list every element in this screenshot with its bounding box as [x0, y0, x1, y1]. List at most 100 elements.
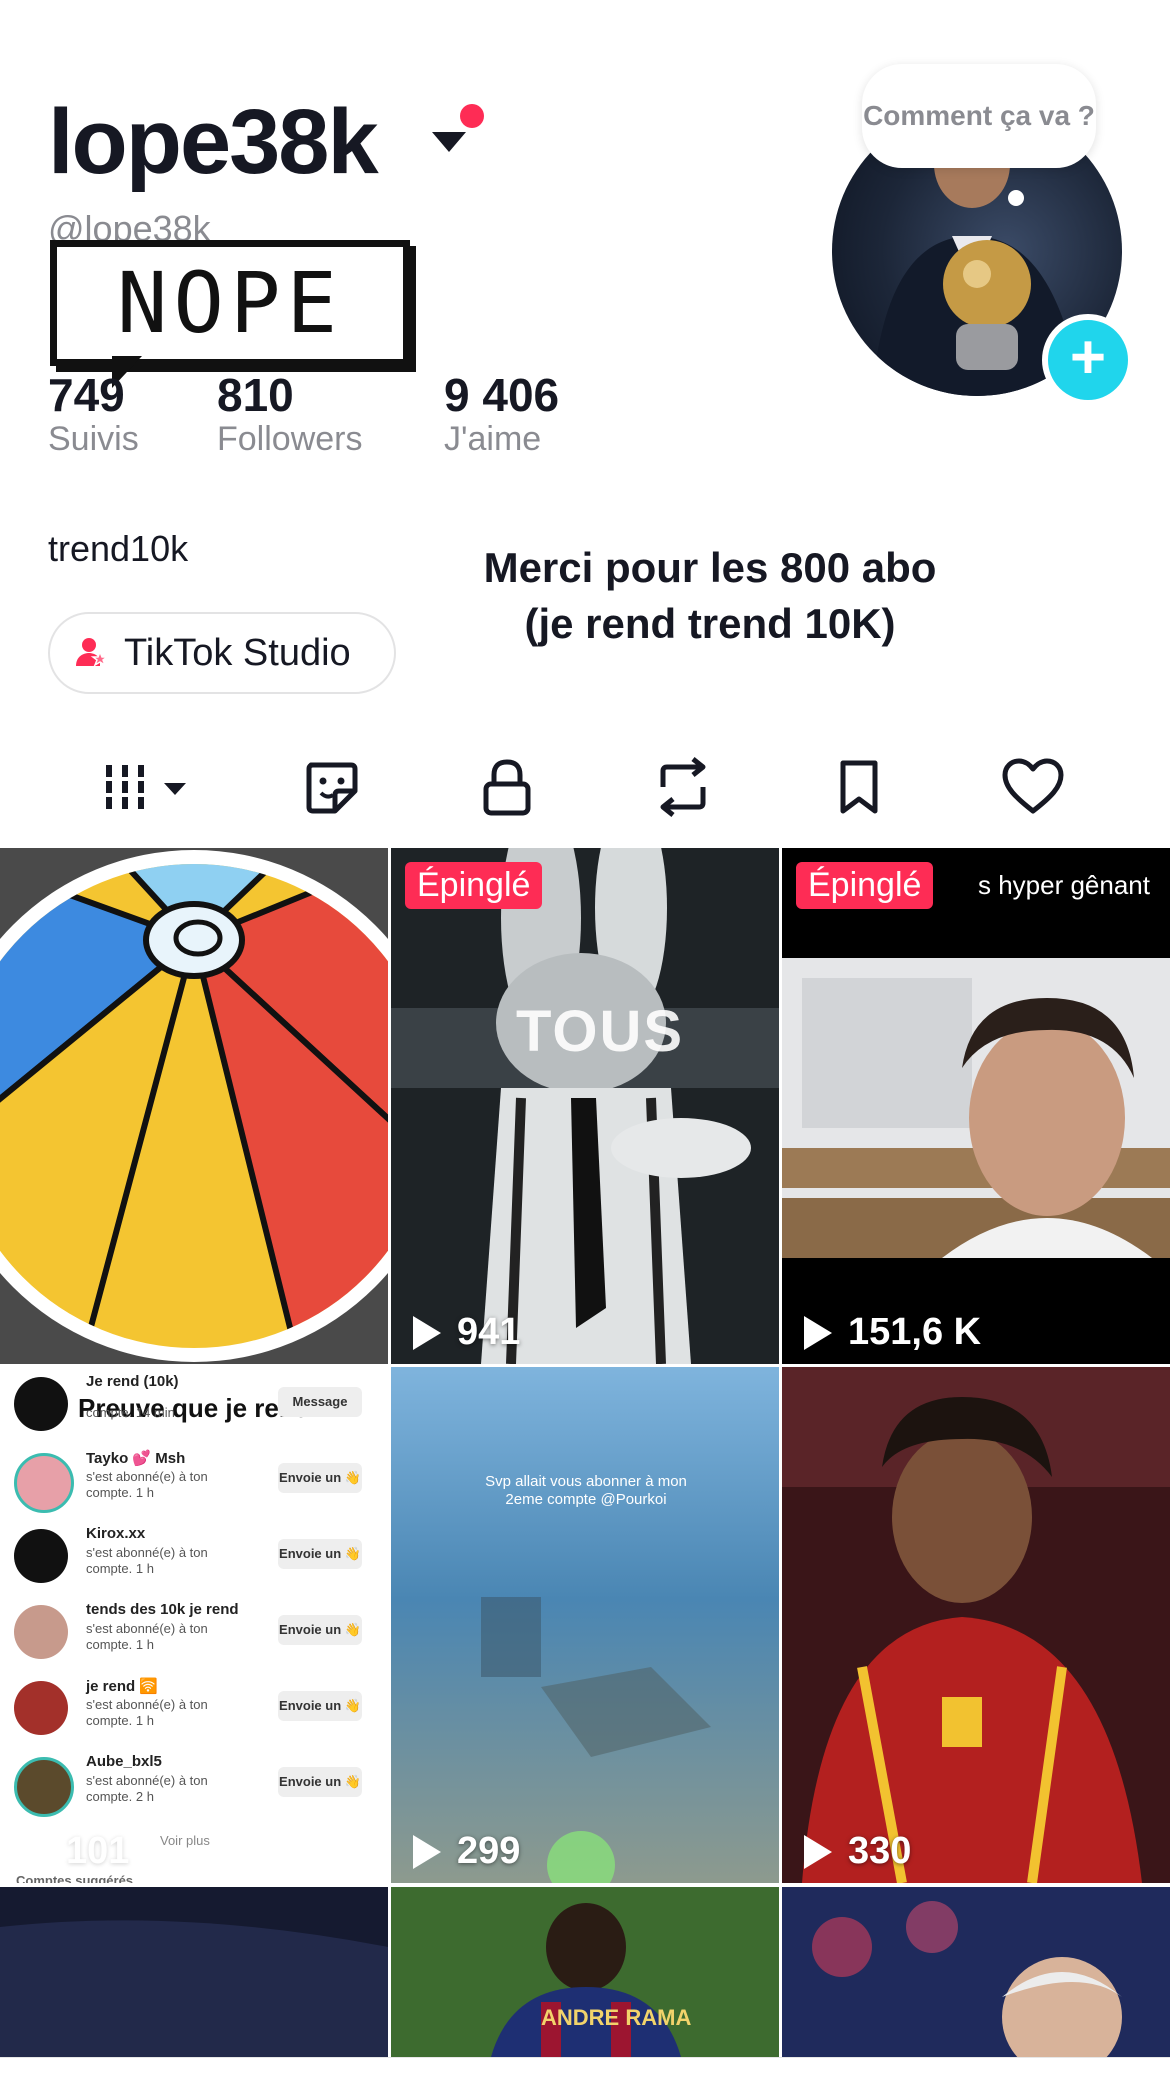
- video-overlay-text: s hyper gênant: [977, 870, 1150, 900]
- caption-line-1: Merci pour les 800 abo: [483, 544, 937, 591]
- bubble-dot: [1008, 190, 1024, 206]
- tab-reposts[interactable]: [648, 752, 718, 822]
- lock-icon: [483, 759, 531, 816]
- video-tile[interactable]: [782, 1887, 1170, 2077]
- beach-ball-thumbnail: [0, 848, 388, 1364]
- display-name[interactable]: lope38k: [48, 96, 379, 188]
- notif-name: Je rend (10k): [86, 1373, 179, 1390]
- bio: trend10k: [48, 528, 189, 569]
- notif-button: Message: [278, 1387, 362, 1417]
- view-count: 941: [413, 1311, 520, 1354]
- video-tile[interactable]: ANDRE RAMA: [391, 1887, 779, 2057]
- video-tile[interactable]: s hyper gênant Épinglé 151,6 K: [782, 848, 1170, 1364]
- crowd-thumbnail: [782, 1887, 1170, 2077]
- pinned-badge: Épinglé: [405, 862, 543, 909]
- video-tile[interactable]: 330: [782, 1367, 1170, 1883]
- barca-player-thumbnail: [391, 1887, 779, 2057]
- following-label[interactable]: Suivis: [48, 420, 139, 459]
- nope-sticker: NOPE: [50, 240, 410, 366]
- video-tile[interactable]: Preuve que je rend Je rend (10k) compte.…: [0, 1367, 388, 1883]
- notif-name: Tayko 💕 Msh: [86, 1450, 186, 1467]
- notif-text: s'est abonné(e) à ton compte. 1 h: [86, 1469, 208, 1500]
- jersey-text: ANDRE RAMA: [541, 2005, 692, 2030]
- notif-name: Aube_bxl5: [86, 1753, 162, 1770]
- caption-line-2: (je rend trend 10K): [524, 600, 896, 647]
- avatar: [14, 1377, 68, 1431]
- suggested-accounts: Comptes suggérés: [16, 1873, 134, 1883]
- notif-text: s'est abonné(e) à ton compte. 1 h: [86, 1697, 208, 1728]
- tab-stickers[interactable]: [296, 752, 366, 822]
- notif-button: Envoie un 👋: [278, 1463, 362, 1493]
- play-icon: [413, 1315, 441, 1350]
- view-count-text: 151,6 K: [848, 1311, 982, 1353]
- notif-text: compte. 14 min: [86, 1405, 175, 1420]
- notif-button: Envoie un 👋: [278, 1691, 362, 1721]
- avatar: [14, 1757, 74, 1817]
- avatar-bubble[interactable]: Comment ça va ?: [862, 64, 1096, 168]
- stadium-thumbnail: [0, 1887, 388, 2057]
- notification-dot: [460, 104, 484, 128]
- football-player-thumbnail: [782, 1367, 1170, 1883]
- view-count: 151,6 K: [804, 1311, 981, 1354]
- bookmark-icon: [840, 760, 878, 814]
- chevron-down-icon[interactable]: [432, 132, 466, 152]
- notif-button: Envoie un 👋: [278, 1615, 362, 1645]
- tiktok-studio-button[interactable]: TikTok Studio: [48, 612, 396, 694]
- notif-button: Envoie un 👋: [278, 1539, 362, 1569]
- tab-liked[interactable]: [998, 752, 1068, 822]
- play-icon: [22, 1834, 50, 1869]
- view-count-text: 101: [66, 1830, 130, 1872]
- notification-row: Aube_bxl5 s'est abonné(e) à ton compte. …: [14, 1753, 376, 1817]
- video-tile[interactable]: [0, 1887, 388, 2057]
- followers-count[interactable]: 810: [217, 368, 294, 422]
- notification-row: Kirox.xx s'est abonné(e) à ton compte. 1…: [14, 1525, 376, 1587]
- tab-videos[interactable]: [100, 752, 200, 822]
- video-tile[interactable]: Svp allait vous abonner à mon 2eme compt…: [391, 1367, 779, 1883]
- view-count: 299: [413, 1830, 520, 1873]
- notif-name: tends des 10k je rend: [86, 1601, 239, 1618]
- likes-label[interactable]: J'aime: [444, 420, 541, 459]
- followers-label[interactable]: Followers: [217, 420, 362, 459]
- following-count[interactable]: 749: [48, 368, 125, 422]
- avatar: [14, 1681, 68, 1735]
- see-more: Voir plus: [160, 1833, 210, 1848]
- notif-name: Kirox.xx: [86, 1525, 146, 1542]
- play-icon: [804, 1315, 832, 1350]
- notif-name: je rend 🛜: [86, 1678, 159, 1695]
- video-overlay-text: Svp allait vous abonner à mon 2eme compt…: [485, 1473, 687, 1508]
- sticker-icon: [306, 762, 358, 814]
- pinned-badge: Épinglé: [796, 862, 934, 909]
- notification-row: Tayko 💕 Msh s'est abonné(e) à ton compte…: [14, 1449, 376, 1513]
- video-overlay-text: TOUS: [516, 999, 685, 1064]
- notif-text: s'est abonné(e) à ton compte. 1 h: [86, 1545, 208, 1576]
- studio-label: TikTok Studio: [124, 631, 351, 674]
- play-icon: [804, 1834, 832, 1869]
- bunny-thumbnail: [391, 848, 779, 1364]
- tab-private[interactable]: [472, 752, 542, 822]
- notification-row: je rend 🛜 s'est abonné(e) à ton compte. …: [14, 1677, 376, 1739]
- view-count: 101: [22, 1830, 129, 1873]
- notif-button: Envoie un 👋: [278, 1767, 362, 1797]
- notification-row: tends des 10k je rend s'est abonné(e) à …: [14, 1601, 376, 1663]
- repost-icon: [660, 757, 706, 817]
- classroom-thumbnail: [782, 848, 1170, 1364]
- tab-favorites[interactable]: [824, 752, 894, 822]
- avatar: [14, 1605, 68, 1659]
- view-count: 330: [804, 1830, 911, 1873]
- view-count-text: 941: [457, 1311, 521, 1353]
- avatar: [14, 1453, 74, 1513]
- view-count-text: 299: [457, 1830, 521, 1872]
- bottom-nav-bar: [0, 2057, 1170, 2081]
- play-icon: [413, 1834, 441, 1869]
- video-tile[interactable]: [0, 848, 388, 1364]
- caption-text: Merci pour les 800 abo (je rend trend 10…: [440, 540, 980, 652]
- studio-icon: [76, 638, 108, 667]
- notif-text: s'est abonné(e) à ton compte. 2 h: [86, 1773, 208, 1804]
- heart-icon: [1002, 758, 1064, 814]
- likes-count[interactable]: 9 406: [444, 368, 559, 422]
- video-tile[interactable]: TOUS Épinglé 941: [391, 848, 779, 1364]
- add-story-button[interactable]: +: [1042, 314, 1134, 406]
- notif-text: s'est abonné(e) à ton compte. 1 h: [86, 1621, 208, 1652]
- notification-row: Je rend (10k) compte. 14 min Message: [14, 1373, 376, 1435]
- beach-thumbnail: [391, 1367, 779, 1883]
